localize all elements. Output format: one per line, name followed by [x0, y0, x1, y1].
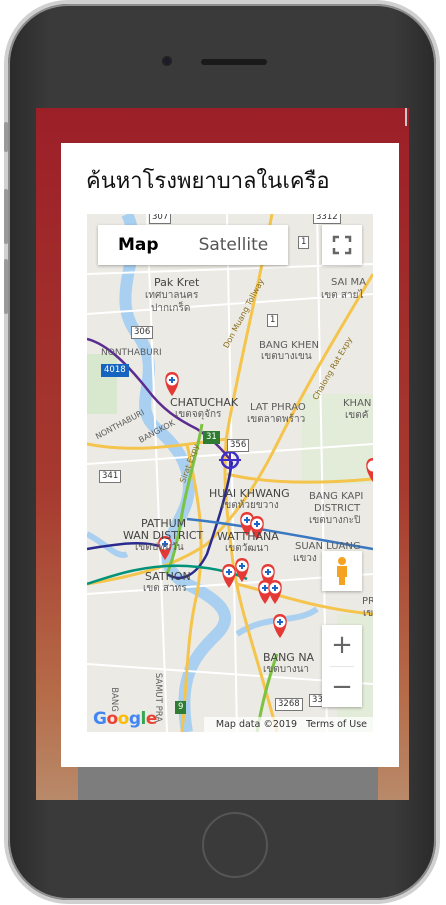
- label-khan: KHAN: [343, 398, 372, 409]
- label-bang-kapi-district: DISTRICT: [314, 503, 361, 514]
- label-bang-khen-th: เขตบางเขน: [261, 351, 312, 362]
- google-logo-letter: G: [93, 709, 107, 729]
- label-pak-kret-th1: เทศบาลนคร: [145, 290, 199, 301]
- hospital-search-modal: ค้นหาโรงพยาบาลในเครือ Pak Kret เทศบาลนคร…: [61, 143, 399, 767]
- label-bang-kapi-th: เขตบางกะปิ: [309, 515, 361, 526]
- label-bang-kapi: BANG KAPI: [309, 491, 364, 502]
- home-button[interactable]: [202, 812, 268, 878]
- street-view-pegman-button[interactable]: [322, 551, 362, 591]
- route-shield: 4018: [101, 364, 129, 377]
- label-huai-khwang-th: เขตห้วยขวาง: [221, 500, 279, 511]
- label-pr-th: เข: [363, 608, 373, 619]
- label-khan-th: เขตคั: [345, 410, 369, 421]
- google-logo: Google: [93, 709, 157, 729]
- label-nonthaburi: NONTHABURI: [101, 348, 162, 358]
- label-pathum: PATHUM: [141, 517, 187, 530]
- page-scrollbar[interactable]: [405, 108, 407, 126]
- fullscreen-button[interactable]: [322, 225, 362, 265]
- map-footer: Map data ©2019 Terms of Use: [203, 717, 373, 732]
- label-pr: PR: [362, 596, 373, 607]
- map-type-control: Map Satellite: [98, 225, 289, 265]
- fullscreen-icon: [332, 235, 352, 255]
- label-lat-phrao-th: เขตลาดพร้าว: [247, 414, 306, 425]
- map-type-satellite-button[interactable]: Satellite: [179, 225, 289, 265]
- google-logo-letter: g: [128, 709, 141, 729]
- route-shield: 307: [149, 214, 172, 224]
- label-bang-na-th: เขตบางนา: [263, 664, 310, 675]
- route-shield: 341: [99, 470, 122, 483]
- front-camera: [162, 56, 172, 66]
- route-shield: 1: [267, 314, 279, 327]
- zoom-control: + −: [322, 625, 362, 707]
- label-sai-mai-th: เขต สายไ: [321, 290, 364, 301]
- mute-switch: [4, 122, 8, 152]
- label-watthana: WATTHANA: [217, 530, 279, 543]
- route-shield: 356: [227, 439, 250, 452]
- terms-of-use-link[interactable]: Terms of Use: [306, 719, 367, 730]
- label-chatuchak-th: เขตจตุจักร: [175, 409, 222, 420]
- label-huai-khwang: HUAI KHWANG: [209, 487, 290, 500]
- google-map[interactable]: Pak Kret เทศบาลนคร ปากเกร็ด SAI MA เขต ส…: [87, 214, 373, 732]
- modal-title: ค้นหาโรงพยาบาลในเครือ: [86, 169, 330, 194]
- label-watthana-th: เขตวัฒนา: [225, 543, 269, 554]
- label-pathum-wan: WAN DISTRICT: [123, 529, 204, 542]
- label-pak-kret: Pak Kret: [154, 276, 200, 289]
- google-logo-letter: o: [106, 709, 118, 729]
- label-bang-khen: BANG KHEN: [259, 340, 319, 351]
- map-type-map-button[interactable]: Map: [98, 225, 179, 265]
- route-shield: 1: [298, 236, 310, 249]
- google-logo-letter: e: [145, 709, 158, 729]
- map-data-attribution: Map data ©2019: [215, 719, 298, 730]
- route-shield: 306: [131, 326, 154, 339]
- google-logo-letter: o: [117, 709, 130, 729]
- label-sathon-th: เขต สาทร: [143, 583, 187, 594]
- label-bang-na: BANG NA: [263, 651, 315, 664]
- zoom-out-button[interactable]: −: [322, 667, 362, 708]
- label-sathon: SATHON: [145, 570, 191, 583]
- zoom-in-button[interactable]: +: [322, 625, 362, 666]
- route-shield: 31: [203, 431, 220, 444]
- label-pathum-th: เขตปทุมวัน: [135, 542, 184, 553]
- volume-down-button: [4, 259, 8, 314]
- route-shield: 9: [175, 701, 187, 714]
- app-screen: ค้นหาโรงพยาบาลในเครือ Pak Kret เทศบาลนคร…: [36, 108, 409, 800]
- label-sai-mai: SAI MA: [331, 277, 366, 288]
- earpiece-speaker: [201, 59, 267, 65]
- route-shield: 3312: [313, 214, 341, 224]
- label-lat-phrao: LAT PHRAO: [250, 402, 306, 413]
- label-chatuchak: CHATUCHAK: [170, 396, 239, 409]
- pegman-icon: [337, 557, 347, 585]
- volume-up-button: [4, 189, 8, 244]
- label-pak-kret-th2: ปากเกร็ด: [151, 303, 191, 314]
- route-shield: 3268: [275, 698, 303, 711]
- label-suan-luang-th: แขวง: [293, 553, 317, 564]
